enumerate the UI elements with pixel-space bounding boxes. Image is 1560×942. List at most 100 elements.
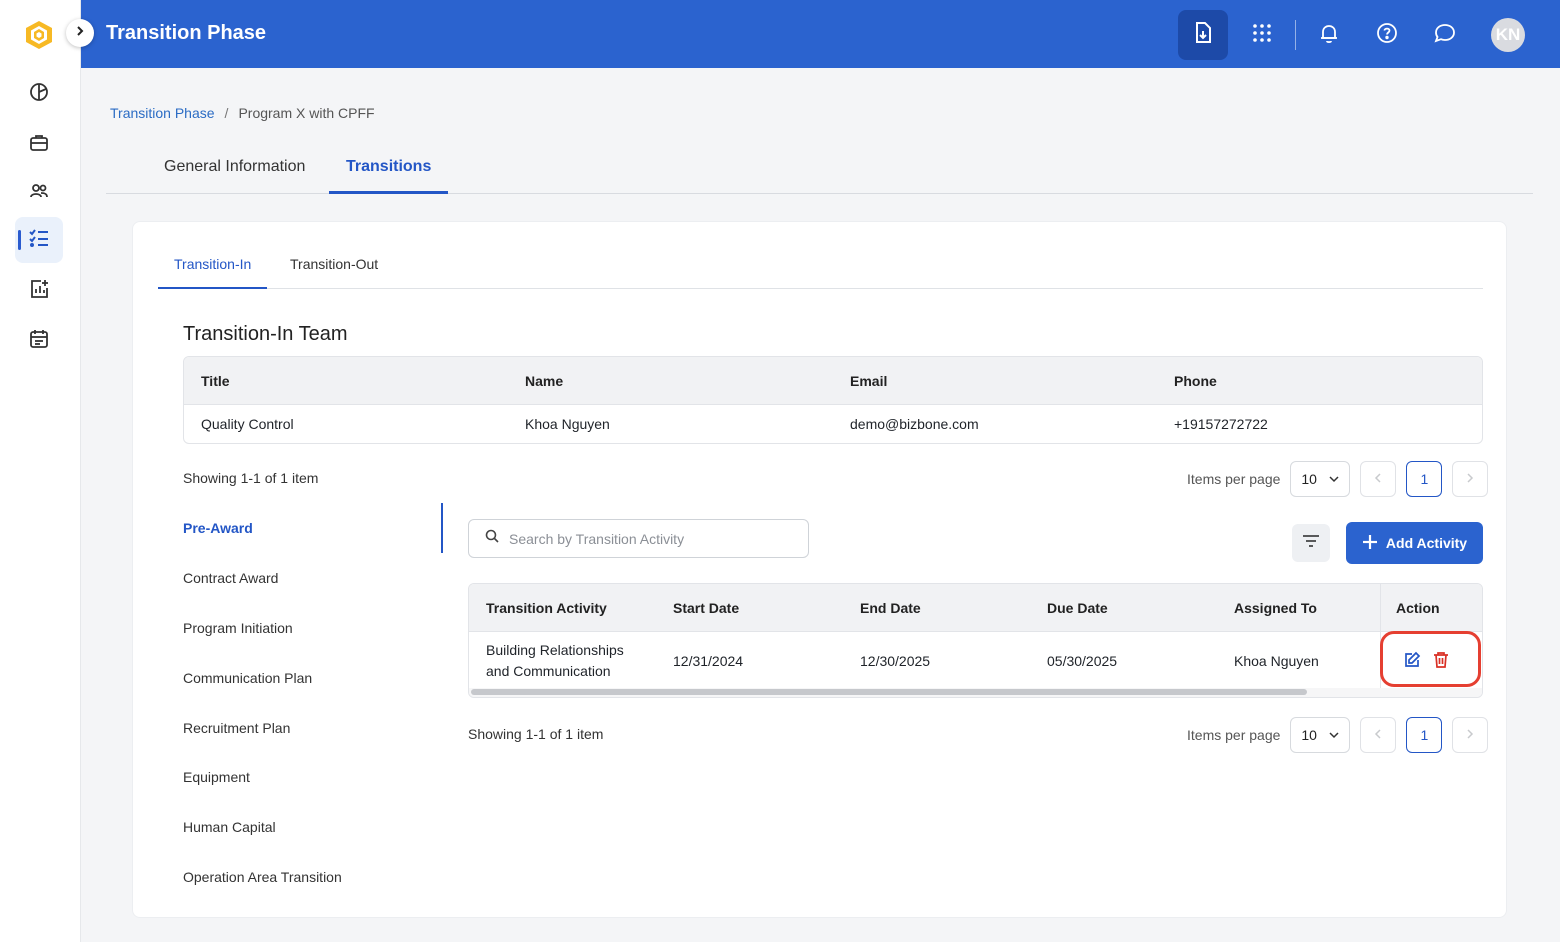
action-highlight-annotation [1380, 631, 1481, 687]
search-icon [485, 529, 499, 548]
app-logo-icon[interactable] [23, 19, 55, 51]
phase-item-contract-award[interactable]: Contract Award [183, 570, 278, 586]
checklist-icon [27, 227, 51, 254]
plus-icon [1362, 534, 1378, 553]
tab-general-information[interactable]: General Information [164, 158, 305, 194]
phase-item-pre-award[interactable]: Pre-Award [183, 520, 253, 536]
activities-showing-count: Showing 1-1 of 1 item [468, 726, 604, 742]
help-circle-icon [1376, 22, 1398, 49]
transitions-card: Transition-In Transition-Out Transition-… [132, 221, 1507, 918]
chevron-right-icon [74, 24, 86, 42]
phase-item-communication-plan[interactable]: Communication Plan [183, 670, 312, 686]
column-header-assigned-to: Assigned To [1234, 599, 1317, 616]
notifications-button[interactable] [1304, 10, 1354, 60]
items-per-page-label: Items per page [1187, 727, 1281, 743]
chevron-right-icon [1466, 726, 1474, 744]
activity-name-line1: Building Relationships [486, 642, 624, 658]
chevron-left-icon [1374, 726, 1382, 744]
activities-table-header: Transition Activity Start Date End Date … [469, 584, 1482, 632]
breadcrumb-separator: / [224, 105, 229, 121]
page-button[interactable]: 1 [1406, 717, 1443, 753]
chat-bubble-icon [1433, 22, 1457, 49]
phase-item-operation-area-transition[interactable]: Operation Area Transition [183, 869, 342, 885]
activity-cell-name: Building Relationships and Communication [486, 632, 624, 690]
download-file-icon [1192, 21, 1214, 50]
breadcrumb-link[interactable]: Transition Phase [110, 105, 215, 121]
column-header-start-date: Start Date [673, 599, 740, 616]
horizontal-scrollbar[interactable] [469, 688, 1482, 697]
team-pagination: Items per page 10 1 [1187, 461, 1489, 497]
chat-button[interactable] [1420, 10, 1470, 60]
team-cell-phone: +19157272722 [1174, 416, 1268, 432]
activity-search-input[interactable] [509, 530, 789, 547]
next-page-button[interactable] [1452, 461, 1489, 497]
sidebar [0, 0, 81, 942]
tab-transition-out[interactable]: Transition-Out [290, 256, 378, 289]
user-avatar[interactable]: KN [1491, 18, 1525, 52]
column-header-email: Email [850, 372, 888, 389]
filter-button[interactable] [1292, 524, 1330, 562]
phase-active-indicator [441, 503, 443, 553]
activity-cell-assigned-to: Khoa Nguyen [1234, 653, 1319, 669]
filter-icon [1302, 534, 1320, 553]
sidebar-item-briefcase[interactable] [15, 122, 63, 168]
header-divider [1295, 20, 1296, 50]
scrollbar-thumb[interactable] [471, 689, 1307, 695]
download-button[interactable] [1178, 10, 1228, 60]
prev-page-button[interactable] [1360, 717, 1397, 753]
tab-transition-in[interactable]: Transition-In [158, 256, 268, 289]
items-per-page-select[interactable]: 10 [1290, 461, 1351, 497]
table-row: Quality Control Khoa Nguyen demo@bizbone… [184, 405, 1482, 443]
activities-pagination: Items per page 10 1 [1187, 717, 1489, 753]
next-page-button[interactable] [1452, 717, 1489, 753]
page-title: Transition Phase [106, 22, 267, 44]
activity-cell-start-date: 12/31/2024 [673, 653, 744, 669]
table-row: Building Relationships and Communication… [469, 632, 1482, 690]
breadcrumb: Transition Phase / Program X with CPFF [110, 105, 375, 121]
sidebar-item-analytics[interactable] [15, 268, 63, 314]
items-per-page-value: 10 [1301, 471, 1317, 487]
chevron-left-icon [1374, 470, 1382, 488]
activities-table: Transition Activity Start Date End Date … [468, 583, 1483, 698]
apps-button[interactable] [1237, 10, 1287, 60]
team-showing-count: Showing 1-1 of 1 item [183, 470, 319, 486]
add-activity-button[interactable]: Add Activity [1346, 522, 1483, 564]
phase-item-human-capital[interactable]: Human Capital [183, 819, 276, 835]
tab-transitions[interactable]: Transitions [329, 158, 449, 194]
column-header-phone: Phone [1174, 372, 1217, 389]
chevron-down-icon [1329, 471, 1339, 487]
expand-sidebar-button[interactable] [66, 19, 94, 47]
activity-cell-due-date: 05/30/2025 [1047, 653, 1118, 669]
column-header-end-date: End Date [860, 599, 921, 616]
sidebar-item-checklist[interactable] [15, 217, 63, 263]
add-activity-label: Add Activity [1385, 535, 1468, 551]
sidebar-item-users[interactable] [15, 170, 63, 216]
help-button[interactable] [1362, 10, 1412, 60]
items-per-page-label: Items per page [1187, 471, 1281, 487]
bell-icon [1318, 22, 1340, 49]
sub-tabs: Transition-In Transition-Out [158, 250, 1483, 289]
activity-cell-end-date: 12/30/2025 [860, 653, 931, 669]
team-cell-email: demo@bizbone.com [850, 416, 979, 432]
column-header-name: Name [525, 372, 564, 389]
page-button[interactable]: 1 [1406, 461, 1443, 497]
activity-search-box[interactable] [468, 519, 809, 558]
users-icon [28, 180, 50, 207]
column-header-title: Title [201, 372, 230, 389]
prev-page-button[interactable] [1360, 461, 1397, 497]
breadcrumb-current: Program X with CPFF [238, 105, 375, 121]
column-header-due-date: Due Date [1047, 599, 1108, 616]
items-per-page-select[interactable]: 10 [1290, 717, 1351, 753]
chevron-down-icon [1329, 727, 1339, 743]
phase-item-program-initiation[interactable]: Program Initiation [183, 620, 293, 636]
analytics-icon [28, 278, 50, 305]
phase-item-equipment[interactable]: Equipment [183, 769, 250, 785]
team-cell-name: Khoa Nguyen [525, 416, 610, 432]
sidebar-item-dashboard[interactable] [15, 71, 63, 117]
phase-item-recruitment-plan[interactable]: Recruitment Plan [183, 720, 290, 736]
calendar-icon [28, 328, 50, 355]
grid-apps-icon [1252, 23, 1272, 48]
sidebar-item-calendar[interactable] [15, 318, 63, 364]
main-tabs: General Information Transitions [106, 150, 1533, 194]
chevron-right-icon [1466, 470, 1474, 488]
